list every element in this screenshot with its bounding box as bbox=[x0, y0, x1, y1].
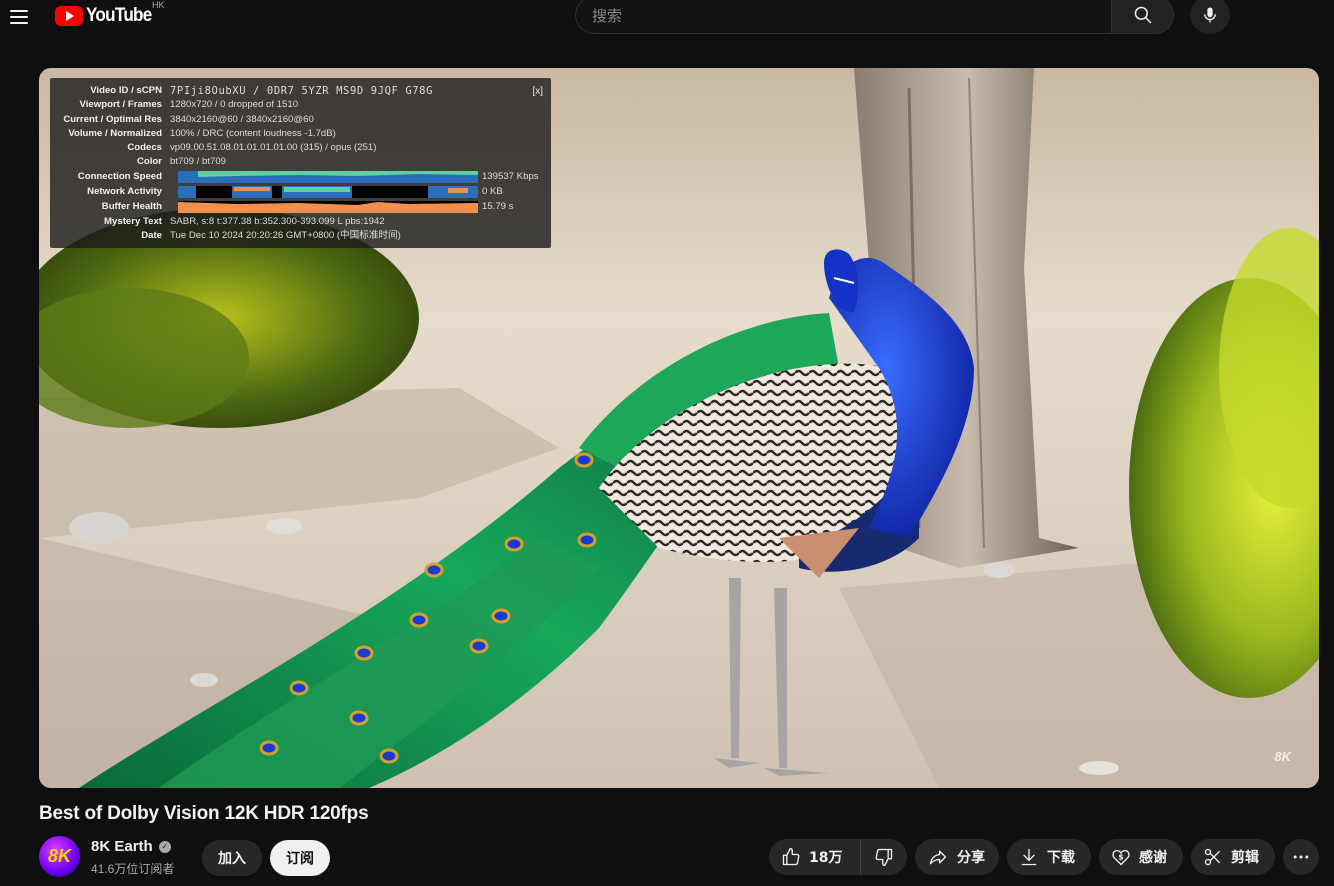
thanks-label: 感谢 bbox=[1139, 850, 1167, 866]
stats-row: Viewport / Frames 1280x720 / 0 dropped o… bbox=[50, 98, 550, 112]
like-count: 18万 bbox=[809, 850, 843, 866]
subscriber-count: 41.6万位订阅者 bbox=[91, 862, 175, 876]
scissors-icon bbox=[1204, 848, 1221, 866]
more-actions-button[interactable] bbox=[1283, 839, 1319, 875]
stats-row: Volume / Normalized 100% / DRC (content … bbox=[50, 127, 550, 141]
network-activity-value: 0 KB bbox=[482, 186, 503, 197]
stats-label: Mystery Text bbox=[104, 216, 162, 227]
thumbs-up-icon bbox=[782, 848, 800, 866]
stats-label: Video ID / sCPN bbox=[90, 85, 162, 96]
share-label: 分享 bbox=[957, 850, 985, 866]
stats-label: Current / Optimal Res bbox=[63, 114, 162, 125]
channel-name-link[interactable]: 8K Earth ✓ bbox=[91, 838, 171, 855]
search-icon bbox=[1134, 6, 1151, 24]
menu-icon[interactable] bbox=[8, 4, 32, 28]
youtube-logo[interactable]: YouTube HK bbox=[55, 0, 165, 28]
country-code: HK bbox=[152, 0, 165, 10]
verified-icon: ✓ bbox=[158, 840, 171, 853]
search-input[interactable] bbox=[575, 0, 1111, 34]
stats-row: Mystery Text SABR, s:8 t:377.38 b:352.30… bbox=[50, 215, 550, 229]
download-label: 下载 bbox=[1047, 850, 1075, 866]
dislike-button[interactable] bbox=[861, 839, 907, 875]
connection-speed-value: 139537 Kbps bbox=[482, 171, 539, 182]
stats-label: Network Activity bbox=[87, 186, 162, 197]
stats-row: Current / Optimal Res 3840x2160@60 / 384… bbox=[50, 113, 550, 127]
stats-value: bt709 / bt709 bbox=[170, 156, 227, 167]
stats-value: vp09.00.51.08.01.01.01.01.00 (315) / opu… bbox=[170, 142, 377, 153]
like-button[interactable]: 18万 bbox=[769, 839, 861, 875]
svg-text:$: $ bbox=[1118, 853, 1123, 862]
like-dislike-group: 18万 bbox=[769, 839, 907, 875]
stats-value: SABR, s:8 t:377.38 b:352.300-393.099 L p… bbox=[170, 216, 385, 227]
more-horizontal-icon bbox=[1293, 855, 1309, 859]
share-icon bbox=[929, 850, 947, 865]
thanks-heart-icon: $ bbox=[1112, 849, 1130, 866]
search-button[interactable] bbox=[1111, 0, 1174, 34]
channel-watermark[interactable]: 8K bbox=[1274, 749, 1291, 764]
channel-avatar[interactable]: 8K bbox=[39, 836, 80, 877]
stats-value: 100% / DRC (content loudness -1.7dB) bbox=[170, 128, 336, 139]
join-button[interactable]: 加入 bbox=[202, 840, 262, 876]
stats-for-nerds-panel: [x] Video ID / sCPN 7PIji8OubXU / 0DR7 5… bbox=[50, 78, 551, 248]
buffer-health-value: 15.79 s bbox=[482, 201, 514, 212]
stats-value: Tue Dec 10 2024 20:20:26 GMT+0800 (中国标准时… bbox=[170, 230, 401, 241]
download-button[interactable]: 下载 bbox=[1007, 839, 1091, 875]
connection-speed-graph bbox=[178, 171, 478, 183]
microphone-icon bbox=[1204, 7, 1216, 23]
thumbs-down-icon bbox=[875, 848, 893, 866]
video-player[interactable]: [x] Video ID / sCPN 7PIji8OubXU / 0DR7 5… bbox=[39, 68, 1319, 788]
share-button[interactable]: 分享 bbox=[915, 839, 999, 875]
voice-search-button[interactable] bbox=[1190, 0, 1230, 34]
play-logo-icon bbox=[55, 6, 83, 26]
masthead: YouTube HK bbox=[0, 0, 1334, 34]
stats-label: Buffer Health bbox=[101, 201, 162, 212]
stats-label: Color bbox=[136, 156, 162, 167]
buffer-health-graph bbox=[178, 201, 478, 213]
stats-value: 1280x720 / 0 dropped of 1510 bbox=[170, 99, 299, 110]
stats-row: Color bt709 / bt709 bbox=[50, 155, 550, 169]
video-title: Best of Dolby Vision 12K HDR 120fps bbox=[39, 803, 369, 824]
logo-text: YouTube bbox=[86, 5, 152, 26]
stats-label: Date bbox=[141, 230, 162, 241]
stats-row: Codecs vp09.00.51.08.01.01.01.01.00 (315… bbox=[50, 141, 550, 155]
search-bar bbox=[575, 0, 1175, 34]
clip-label: 剪辑 bbox=[1231, 850, 1259, 866]
download-icon bbox=[1021, 848, 1037, 866]
channel-name: 8K Earth bbox=[91, 838, 153, 855]
stats-row: Video ID / sCPN 7PIji8OubXU / 0DR7 5YZR … bbox=[50, 84, 550, 98]
clip-button[interactable]: 剪辑 bbox=[1191, 839, 1275, 875]
thanks-button[interactable]: $ 感谢 bbox=[1099, 839, 1183, 875]
stats-value: 7PIji8OubXU / 0DR7 5YZR MS9D 9JQF G78G bbox=[170, 85, 434, 97]
stats-row: Date Tue Dec 10 2024 20:20:26 GMT+0800 (… bbox=[50, 229, 550, 243]
stats-label: Volume / Normalized bbox=[68, 128, 162, 139]
network-activity-graph bbox=[178, 186, 478, 198]
stats-label: Viewport / Frames bbox=[79, 99, 162, 110]
stats-value: 3840x2160@60 / 3840x2160@60 bbox=[170, 114, 314, 125]
stats-label: Connection Speed bbox=[77, 171, 162, 182]
stats-label: Codecs bbox=[127, 142, 162, 153]
subscribe-button[interactable]: 订阅 bbox=[270, 840, 330, 876]
